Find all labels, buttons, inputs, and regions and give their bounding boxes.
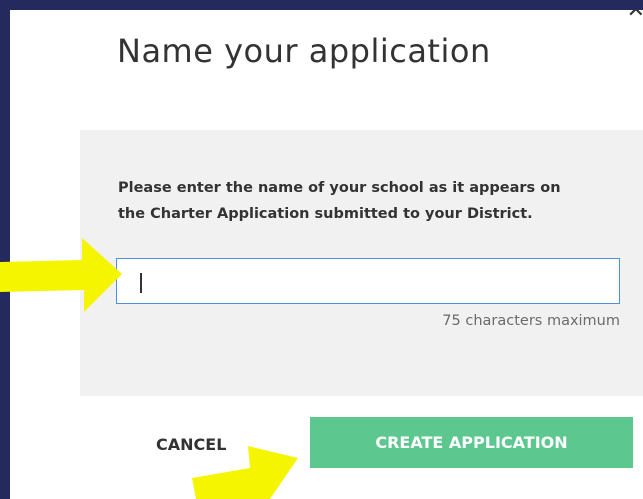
annotation-arrow-icon: [0, 238, 122, 312]
form-panel: Please enter the name of your school as …: [80, 130, 643, 396]
text-caret: [140, 273, 142, 293]
school-name-prompt: Please enter the name of your school as …: [118, 180, 561, 222]
close-icon[interactable]: ✕: [627, 10, 643, 22]
modal-title: Name your application: [117, 32, 491, 70]
school-name-input[interactable]: [116, 258, 620, 304]
character-limit-hint: 75 characters maximum: [442, 313, 620, 329]
create-application-button[interactable]: CREATE APPLICATION: [310, 417, 633, 468]
annotation-arrow-icon: [192, 446, 298, 499]
